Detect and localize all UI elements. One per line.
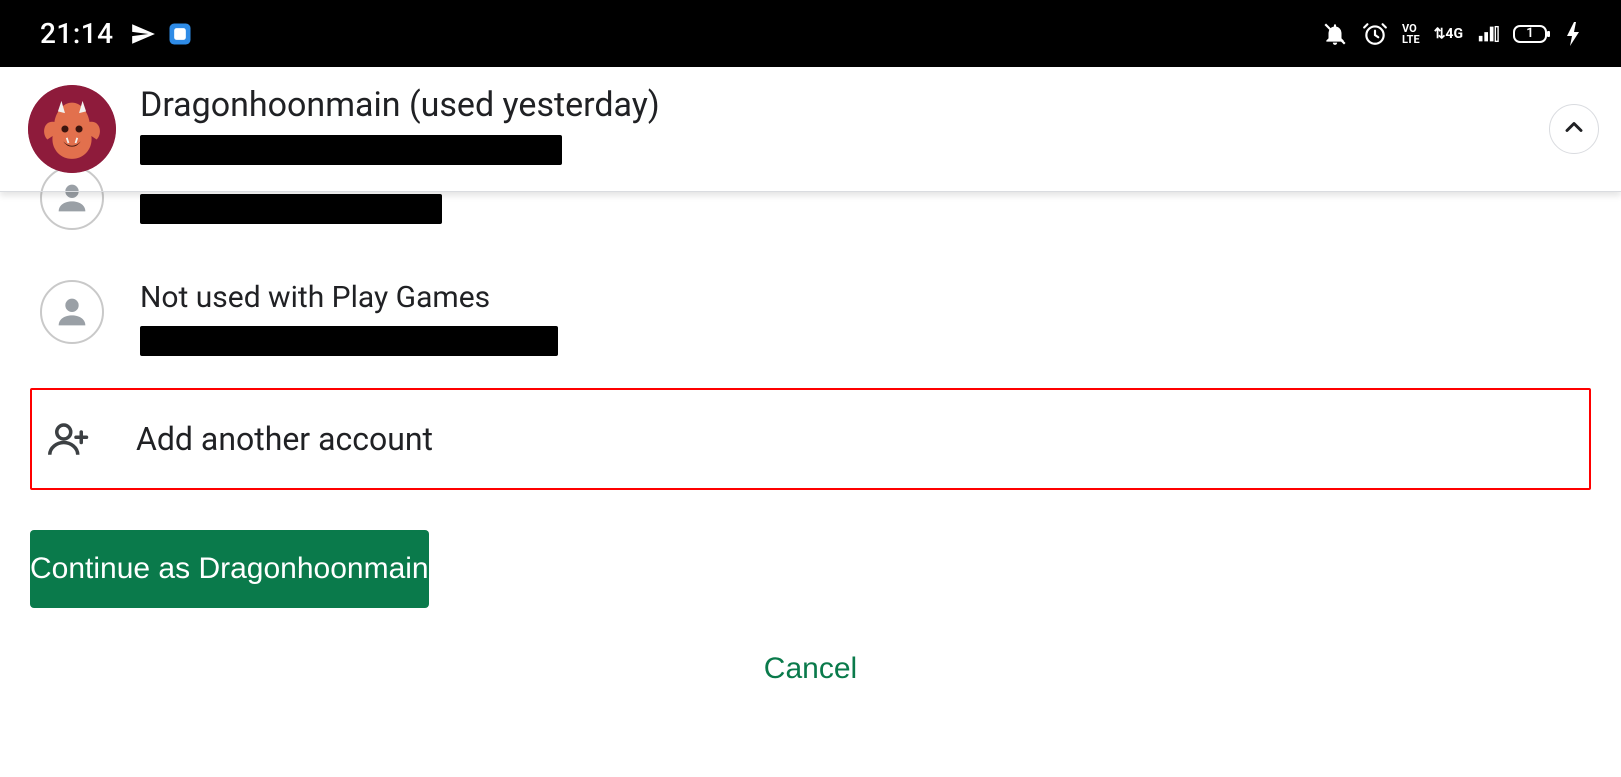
account-item-text: Not used with Play Games bbox=[140, 280, 558, 356]
account-item-0[interactable] bbox=[0, 192, 1621, 230]
status-time: 21:14 bbox=[40, 17, 114, 50]
android-status-bar: 21:14 VOLTE ⇅4G bbox=[0, 0, 1621, 67]
screen-root: 21:14 VOLTE ⇅4G bbox=[0, 0, 1621, 777]
collapse-button[interactable] bbox=[1549, 104, 1599, 154]
signal-icon bbox=[1477, 23, 1499, 45]
4g-icon: ⇅4G bbox=[1434, 26, 1463, 42]
app-square-icon bbox=[166, 20, 194, 48]
add-another-account[interactable]: Add another account bbox=[30, 388, 1591, 490]
account-list: Not used with Play Games Add another acc… bbox=[0, 192, 1621, 696]
bell-off-icon bbox=[1322, 21, 1348, 47]
charging-icon bbox=[1567, 22, 1581, 46]
status-left: 21:14 bbox=[40, 17, 194, 50]
redacted-email-1 bbox=[140, 326, 558, 356]
redacted-email-0 bbox=[140, 194, 442, 224]
cancel-label: Cancel bbox=[764, 652, 857, 685]
add-account-label: Add another account bbox=[136, 420, 433, 458]
avatar-dragon bbox=[28, 85, 116, 173]
battery-text: 1 bbox=[1513, 23, 1547, 45]
account-item-title: Not used with Play Games bbox=[140, 280, 558, 316]
battery-icon: 1 bbox=[1513, 23, 1553, 45]
status-left-icons bbox=[130, 20, 194, 48]
continue-label: Continue as Dragonhoonmain bbox=[30, 552, 429, 586]
selected-account-text: Dragonhoonmain (used yesterday) bbox=[140, 85, 660, 165]
alarm-icon bbox=[1362, 21, 1388, 47]
volte-icon: VOLTE bbox=[1402, 23, 1420, 45]
chevron-up-icon bbox=[1560, 113, 1588, 145]
account-item-1[interactable]: Not used with Play Games bbox=[0, 280, 1621, 356]
avatar-generic bbox=[40, 280, 104, 344]
status-right-icons: VOLTE ⇅4G 1 bbox=[1322, 21, 1581, 47]
cancel-button[interactable]: Cancel bbox=[764, 652, 857, 686]
selected-account-name: Dragonhoonmain (used yesterday) bbox=[140, 85, 660, 125]
selected-account-header[interactable]: Dragonhoonmain (used yesterday) bbox=[0, 67, 1621, 192]
continue-button[interactable]: Continue as Dragonhoonmain bbox=[30, 530, 429, 608]
redacted-email-primary bbox=[140, 135, 562, 165]
person-add-icon bbox=[48, 418, 90, 460]
paper-plane-icon bbox=[130, 21, 156, 47]
